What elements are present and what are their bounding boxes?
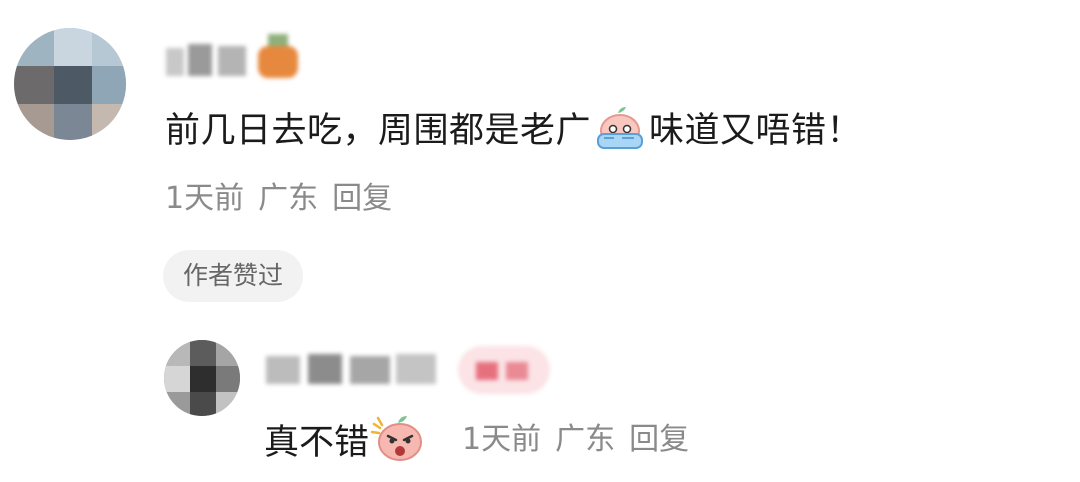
level-badge-blurred <box>258 34 302 80</box>
name-blur-block <box>218 46 246 76</box>
name-blur-block <box>188 44 212 76</box>
reply-text: 真不错 <box>264 414 429 475</box>
reply-reply-button[interactable]: 回复 <box>629 422 689 457</box>
angry-face-icon <box>370 414 428 475</box>
replier-name-blurred[interactable] <box>266 352 438 388</box>
avatar-pixel <box>164 340 190 366</box>
reply-time: 1天前 <box>462 422 542 457</box>
reply-meta: 1天前 广东 回复 <box>462 419 703 461</box>
comment-time: 1天前 <box>165 181 245 216</box>
replier-avatar[interactable] <box>164 340 240 416</box>
tag-blur-block <box>458 346 550 394</box>
avatar-pixel <box>216 392 240 416</box>
author-liked-badge: 作者赞过 <box>163 250 304 302</box>
avatar-pixel <box>14 66 54 104</box>
name-blur-block <box>396 354 436 384</box>
name-blur-block <box>266 356 300 384</box>
crying-face-icon <box>592 104 648 163</box>
avatar-pixel <box>164 366 190 392</box>
avatar-pixel <box>54 104 92 140</box>
avatar-pixel <box>92 66 126 104</box>
badge-blur-block <box>258 46 298 78</box>
commenter-avatar[interactable] <box>14 28 126 140</box>
name-blur-block <box>166 48 184 76</box>
avatar-pixel <box>54 66 92 104</box>
reply-button[interactable]: 回复 <box>332 181 392 216</box>
reply-location: 广东 <box>555 422 616 457</box>
comment-text-part-1: 前几日去吃，周围都是老广 <box>165 111 592 151</box>
avatar-pixel <box>54 28 92 66</box>
comment-meta: 1天前 广东 回复 <box>165 178 406 220</box>
tag-blur-block <box>476 362 498 380</box>
avatar-pixel <box>14 104 54 140</box>
name-blur-block <box>350 356 390 384</box>
avatar-pixel <box>164 392 190 416</box>
avatar-pixel <box>216 340 240 366</box>
comment-text-part-2: 味道又唔错！ <box>649 111 863 151</box>
avatar-pixel <box>190 340 216 366</box>
commenter-name-blurred[interactable] <box>166 44 250 80</box>
badge-blur-block <box>268 34 288 46</box>
avatar-pixel <box>92 104 126 140</box>
reply-text-content: 真不错 <box>264 423 370 463</box>
avatar-pixel <box>216 366 240 392</box>
avatar-pixel <box>190 366 216 392</box>
comment-text: 前几日去吃，周围都是老广 味道又唔错！ <box>165 104 862 163</box>
avatar-pixel <box>92 28 126 66</box>
avatar-pixel <box>190 392 216 416</box>
comment-location: 广东 <box>258 181 319 216</box>
author-tag-blurred <box>458 346 550 394</box>
tag-blur-block <box>506 362 528 380</box>
avatar-pixel <box>14 28 54 66</box>
name-blur-block <box>308 354 342 384</box>
